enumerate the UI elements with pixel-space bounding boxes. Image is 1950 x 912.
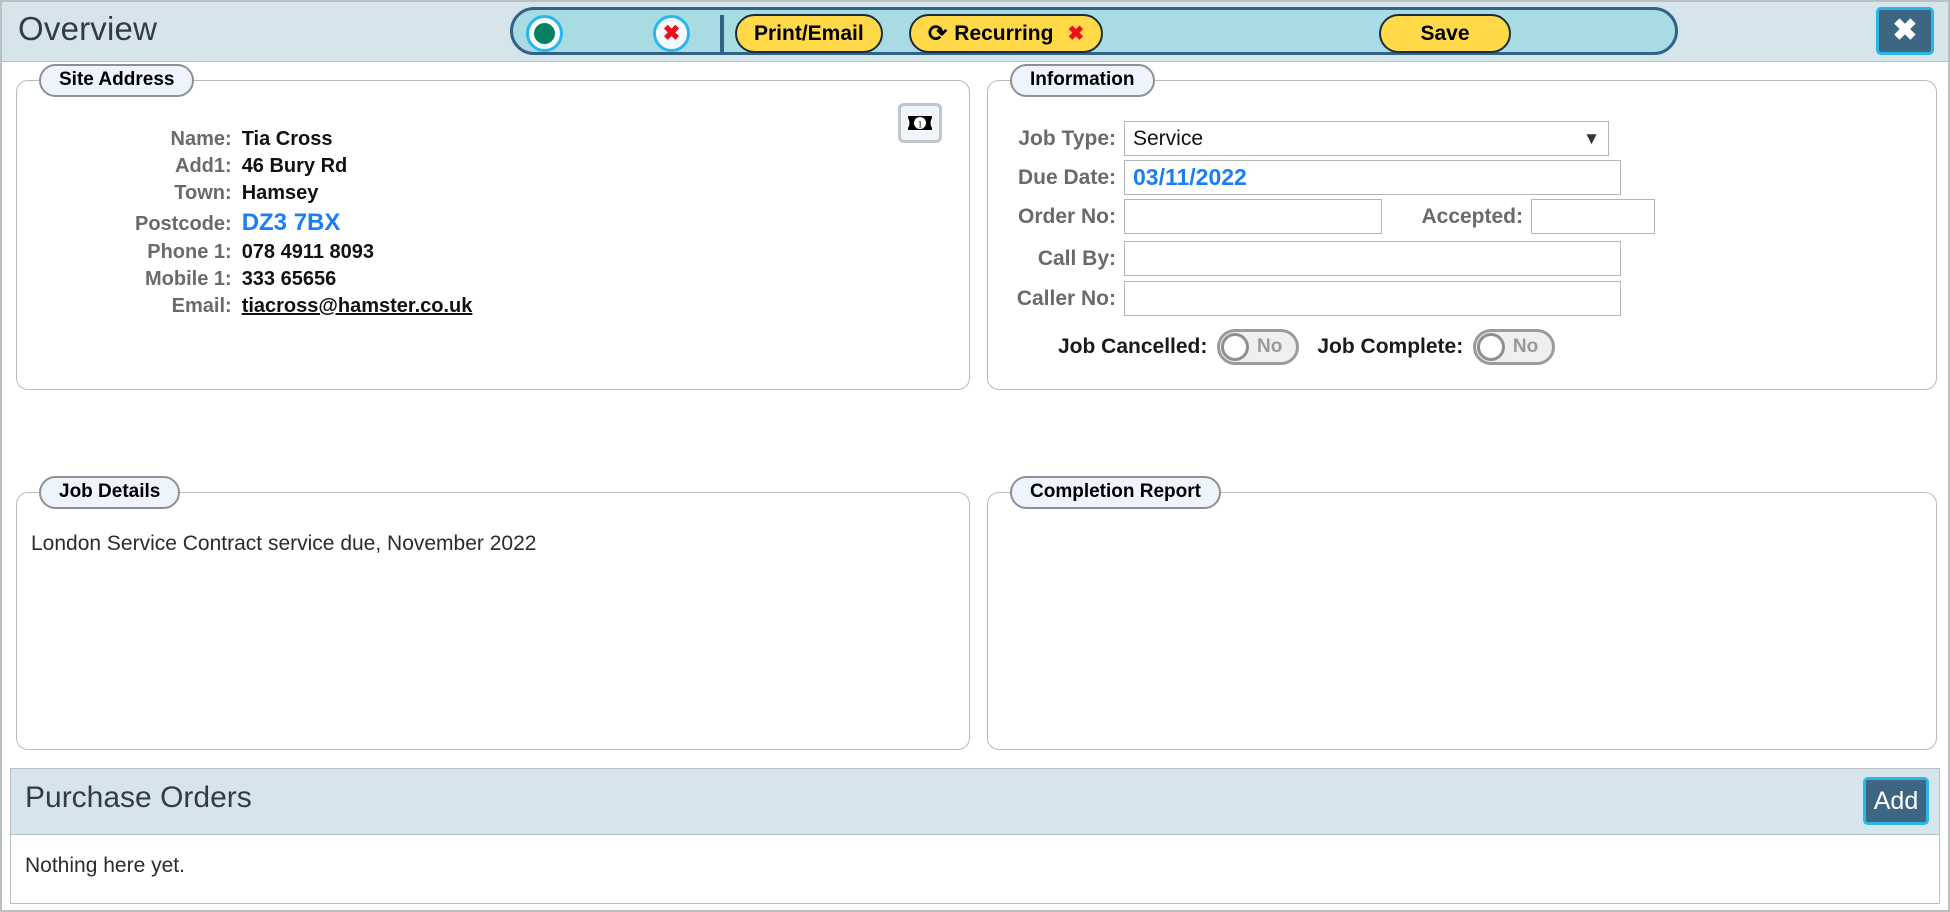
town-label: Town: [174,182,232,204]
status-dot-inner [534,23,555,44]
add1-label: Add1: [175,155,232,177]
job-complete-toggle[interactable]: No [1473,329,1556,365]
toggle-knob [1221,333,1250,361]
svg-text:1: 1 [918,120,923,130]
site-address-panel: Site Address 1 Name: Tia Cross Add1: 46 … [16,64,970,390]
job-complete-state: No [1512,336,1539,357]
table-row: Name: Tia Cross [135,126,472,153]
delete-job-icon[interactable]: ✖ [653,15,690,52]
refresh-icon: ⟳ [928,20,948,46]
job-cancelled-toggle[interactable]: No [1217,329,1300,365]
information-panel: Information Job Type: Service ▼ Due Date… [987,64,1937,390]
name-value: Tia Cross [241,128,333,150]
table-row: Postcode: DZ3 7BX [135,207,472,239]
caller-no-row: Caller No: [988,281,1936,316]
completion-report-text[interactable] [996,523,1928,741]
due-date-label: Due Date: [1017,165,1116,189]
job-flags-row: Job Cancelled: No Job Complete: No [1058,329,1565,365]
due-date-input[interactable]: 03/11/2022 [1124,160,1621,195]
overview-window: Overview ✖ Print/Email ⟳ Recurring ✖ Sav… [0,0,1950,912]
add-label: Add [1873,786,1919,815]
job-details-legend: Job Details [39,476,181,509]
completion-report-legend: Completion Report [1010,476,1221,509]
phone1-value: 078 4911 8093 [241,241,375,263]
name-label: Name: [170,128,232,150]
close-icon[interactable]: ✖ [1876,7,1934,55]
print-email-label: Print/Email [754,21,864,45]
caller-no-label: Caller No: [1016,286,1116,310]
page-title: Overview [18,10,158,47]
email-value[interactable]: tiacross@hamster.co.uk [242,293,473,320]
job-type-value: Service [1133,126,1204,150]
table-row: Town: Hamsey [135,180,472,207]
site-address-legend: Site Address [39,64,195,97]
banknote-svg: 1 [908,116,932,130]
print-email-button[interactable]: Print/Email [735,14,883,53]
order-no-input[interactable] [1124,199,1382,234]
table-row: Mobile 1: 333 65656 [135,266,472,293]
toggle-knob [1477,333,1506,361]
purchase-orders-empty-text: Nothing here yet. [25,854,185,877]
purchase-orders-header: Purchase Orders Add [11,769,1939,835]
save-button[interactable]: Save [1379,14,1511,53]
accepted-input[interactable] [1531,199,1655,234]
order-no-row: Order No: Accepted: [988,199,1936,234]
order-no-label: Order No: [1017,204,1116,228]
action-toolbar: ✖ Print/Email ⟳ Recurring ✖ Save [510,7,1678,55]
recurring-button[interactable]: ⟳ Recurring ✖ [909,14,1104,53]
chevron-down-icon: ▼ [1583,128,1600,148]
due-date-value: 03/11/2022 [1133,164,1247,190]
postcode-label: Postcode: [135,213,232,235]
job-cancelled-state: No [1257,336,1283,357]
site-address-table: Name: Tia Cross Add1: 46 Bury Rd Town: H… [135,126,472,320]
recurring-label: Recurring [954,21,1054,45]
status-dot-icon[interactable] [526,15,563,52]
caller-no-input[interactable] [1124,281,1621,316]
toolbar-divider [720,15,724,53]
table-row: Phone 1: 078 4911 8093 [135,239,472,266]
purchase-orders-section: Purchase Orders Add Nothing here yet. [10,768,1940,904]
purchase-orders-body: Nothing here yet. [11,836,1939,903]
window-header: Overview ✖ Print/Email ⟳ Recurring ✖ Sav… [2,2,1948,62]
due-date-row: Due Date: 03/11/2022 [988,160,1936,195]
call-by-input[interactable] [1124,241,1621,276]
job-complete-label: Job Complete: [1317,335,1464,358]
town-value: Hamsey [241,182,319,204]
add-purchase-order-button[interactable]: Add [1863,777,1929,825]
recurring-remove-icon[interactable]: ✖ [1067,21,1084,46]
job-type-row: Job Type: Service ▼ [988,121,1936,156]
job-details-text[interactable]: London Service Contract service due, Nov… [25,523,961,741]
job-cancelled-label: Job Cancelled: [1058,335,1208,358]
call-by-label: Call By: [1037,246,1116,270]
job-details-panel: Job Details London Service Contract serv… [16,476,970,750]
postcode-value[interactable]: DZ3 7BX [242,207,473,239]
job-type-select[interactable]: Service ▼ [1124,121,1609,156]
phone1-label: Phone 1: [147,241,232,263]
add1-value: 46 Bury Rd [241,155,348,177]
job-type-label: Job Type: [1018,126,1116,150]
mobile1-label: Mobile 1: [145,268,232,290]
save-label: Save [1420,21,1470,45]
email-label: Email: [171,295,232,317]
information-legend: Information [1010,64,1155,97]
accepted-label: Accepted: [1421,204,1523,228]
table-row: Add1: 46 Bury Rd [135,153,472,180]
call-by-row: Call By: [988,241,1936,276]
banknote-icon[interactable]: 1 [898,103,942,143]
purchase-orders-title: Purchase Orders [25,781,252,814]
mobile1-value: 333 65656 [241,268,337,290]
table-row: Email: tiacross@hamster.co.uk [135,293,473,320]
completion-report-panel: Completion Report [987,476,1937,750]
